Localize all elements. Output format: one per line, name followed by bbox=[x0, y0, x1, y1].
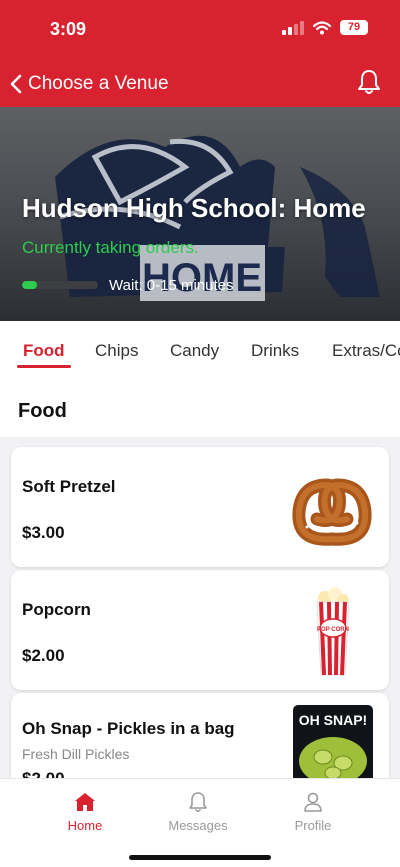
bell-icon bbox=[189, 792, 207, 813]
venue-title: Hudson High School: Home bbox=[22, 193, 366, 223]
cellular-signal-icon bbox=[282, 20, 304, 35]
category-tabs: Food Chips Candy Drinks Extras/Co bbox=[0, 321, 400, 373]
nav-home-label: Home bbox=[67, 818, 103, 833]
wifi-icon bbox=[313, 20, 331, 34]
pretzel-image bbox=[292, 478, 372, 546]
popcorn-image: POP CORN bbox=[316, 587, 350, 676]
pickles-bag-image: OH SNAP! bbox=[293, 705, 373, 778]
menu-item-card[interactable]: Oh Snap - Pickles in a bag Fresh Dill Pi… bbox=[11, 693, 389, 778]
venue-banner: HOME Hudson High School: Home Currently … bbox=[0, 107, 400, 321]
home-indicator bbox=[129, 855, 271, 860]
bottom-nav: Home Messages Profile bbox=[0, 778, 400, 867]
menu-item-card[interactable]: Soft Pretzel $3.00 bbox=[11, 447, 389, 567]
tab-drinks[interactable]: Drinks bbox=[251, 341, 299, 361]
home-icon bbox=[75, 793, 95, 811]
tab-candy[interactable]: Candy bbox=[170, 341, 219, 361]
popcorn-label: POP CORN bbox=[317, 627, 349, 633]
tab-food[interactable]: Food bbox=[23, 341, 65, 361]
menu-item-card[interactable]: Popcorn $2.00 POP CORN bbox=[11, 570, 389, 690]
back-button[interactable]: Choose a Venue bbox=[8, 66, 169, 102]
section-title: Food bbox=[18, 400, 67, 422]
header: 3:09 79 Choose a Venue bbox=[0, 0, 400, 107]
status-icons: 79 bbox=[282, 20, 368, 35]
nav-bar: Choose a Venue bbox=[0, 62, 400, 106]
back-label: Choose a Venue bbox=[28, 73, 169, 94]
nav-profile-label: Profile bbox=[294, 818, 332, 833]
pickles-bag-label: OH SNAP! bbox=[299, 712, 367, 728]
item-description: Fresh Dill Pickles bbox=[22, 746, 130, 762]
chevron-left-icon bbox=[10, 74, 22, 94]
nav-messages-label: Messages bbox=[168, 818, 228, 833]
section-header: Food bbox=[0, 373, 400, 437]
active-tab-indicator bbox=[17, 365, 71, 368]
order-status: Currently taking orders. bbox=[22, 238, 199, 257]
menu-list[interactable]: Soft Pretzel $3.00 Popcorn $2.00 POP COR… bbox=[0, 437, 400, 778]
nav-messages[interactable]: Messages bbox=[153, 791, 243, 833]
item-price: $2.00 bbox=[22, 646, 65, 665]
item-name: Oh Snap - Pickles in a bag bbox=[22, 719, 235, 738]
tab-extras[interactable]: Extras/Co bbox=[332, 341, 400, 361]
battery-indicator: 79 bbox=[340, 20, 368, 35]
item-price: $2.00 bbox=[22, 769, 65, 778]
status-time: 3:09 bbox=[50, 19, 87, 39]
bell-icon bbox=[358, 70, 380, 94]
wait-progress-bar bbox=[22, 281, 98, 289]
tab-chips[interactable]: Chips bbox=[95, 341, 138, 361]
notifications-button[interactable] bbox=[356, 68, 382, 101]
nav-home[interactable]: Home bbox=[40, 791, 130, 833]
wait-time: Wait: 0-15 minutes bbox=[109, 277, 234, 294]
person-icon bbox=[304, 792, 322, 812]
item-name: Popcorn bbox=[22, 600, 91, 619]
nav-profile[interactable]: Profile bbox=[268, 791, 358, 833]
item-price: $3.00 bbox=[22, 523, 65, 542]
item-name: Soft Pretzel bbox=[22, 477, 116, 496]
wait-progress-fill bbox=[22, 281, 38, 289]
